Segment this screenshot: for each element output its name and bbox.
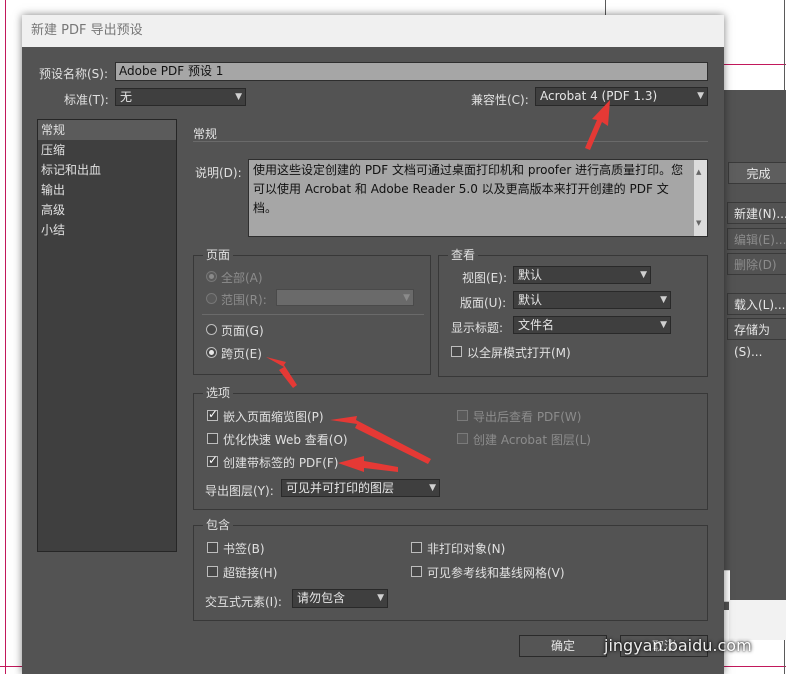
arrow-icon: [338, 456, 398, 472]
arrow-icon: [330, 416, 431, 464]
arrow-icon: [585, 100, 610, 150]
annotation-arrows: [266, 100, 610, 472]
arrow-icon: [266, 357, 297, 388]
watermark: jingyan.baidu.com: [604, 636, 752, 655]
